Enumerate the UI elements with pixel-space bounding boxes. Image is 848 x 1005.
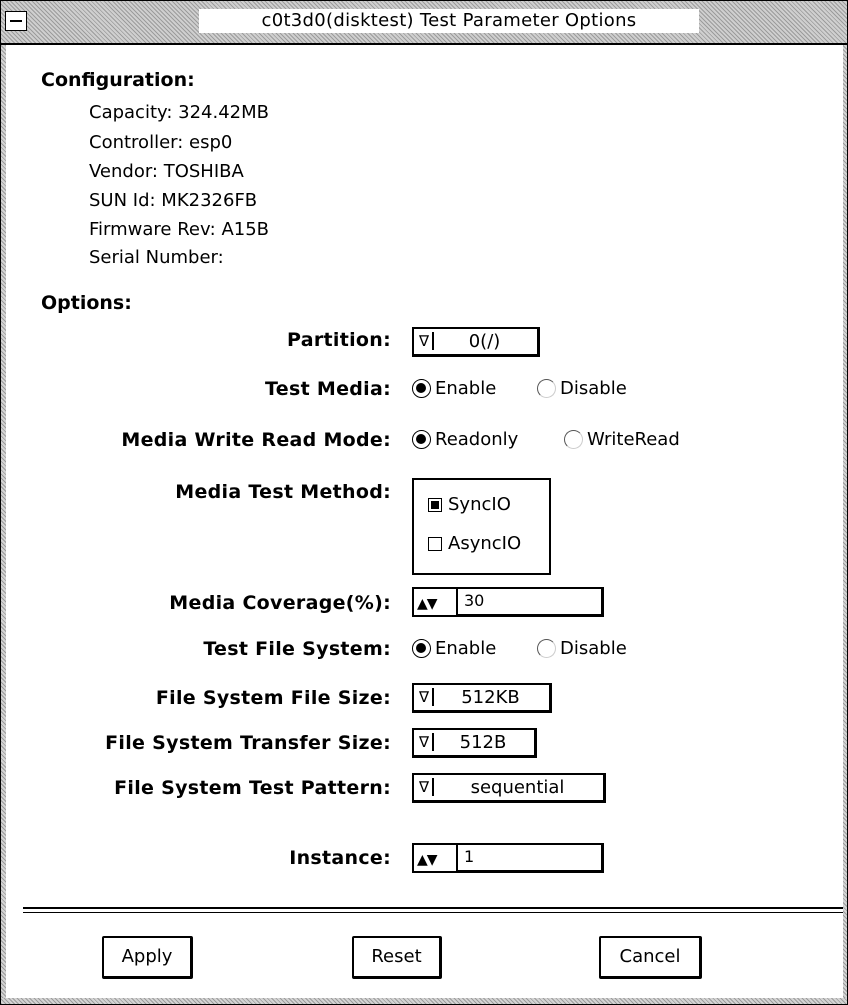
options-heading: Options: — [41, 292, 132, 314]
syncio-checkbox[interactable]: SyncIO — [428, 494, 511, 515]
instance-spinner[interactable]: ▲▼ 1 — [412, 843, 604, 873]
fs-test-pattern-value: sequential — [470, 777, 565, 798]
test-fs-enable-radio[interactable]: Enable — [412, 638, 496, 659]
fs-transfer-size-dropdown[interactable]: ∇ 512B — [412, 728, 537, 758]
radio-unselected-icon — [537, 379, 556, 398]
radio-selected-icon — [412, 379, 431, 398]
title-bar[interactable]: c0t3d0(disktest) Test Parameter Options — [1, 1, 847, 45]
window-left-border — [1, 45, 6, 1004]
vendor-text: Vendor: TOSHIBA — [89, 161, 244, 182]
separator-line — [23, 907, 843, 909]
radio-unselected-icon — [564, 430, 583, 449]
radio-label: WriteRead — [587, 429, 680, 450]
radio-label: Readonly — [435, 429, 519, 450]
partition-dropdown[interactable]: ∇ 0(/) — [412, 327, 540, 357]
readonly-radio[interactable]: Readonly — [412, 429, 518, 450]
firmware-rev-text: Firmware Rev: A15B — [89, 219, 270, 240]
controller-text: Controller: esp0 — [89, 132, 233, 153]
test-fs-disable-radio[interactable]: Disable — [537, 638, 627, 659]
separator-line — [23, 912, 843, 913]
fs-file-size-value: 512KB — [461, 687, 520, 708]
checkbox-unchecked-icon — [428, 536, 442, 551]
partition-value: 0(/) — [468, 331, 501, 352]
radio-label: Disable — [560, 378, 627, 399]
writeread-radio[interactable]: WriteRead — [564, 429, 680, 450]
coverage-spinner[interactable]: ▲▼ 30 — [412, 587, 604, 617]
window-title: c0t3d0(disktest) Test Parameter Options — [199, 9, 699, 33]
capacity-text: Capacity: 324.42MB — [89, 102, 269, 123]
spinner-arrows-icon[interactable]: ▲▼ — [412, 843, 456, 873]
fs-test-pattern-label: File System Test Pattern: — [114, 777, 391, 799]
radio-label: Enable — [435, 638, 497, 659]
test-media-enable-radio[interactable]: Enable — [412, 378, 496, 399]
test-fs-label: Test File System: — [203, 638, 391, 660]
checkbox-label: SyncIO — [448, 494, 511, 515]
cancel-button[interactable]: Cancel — [599, 936, 702, 979]
test-method-label: Media Test Method: — [175, 481, 391, 503]
radio-selected-icon — [412, 430, 431, 449]
fs-transfer-size-label: File System Transfer Size: — [105, 732, 391, 754]
asyncio-checkbox[interactable]: AsyncIO — [428, 533, 521, 554]
fs-file-size-label: File System File Size: — [155, 687, 391, 709]
fs-test-pattern-dropdown[interactable]: ∇ sequential — [412, 773, 606, 803]
window-bottom-border — [1, 998, 847, 1004]
test-media-label: Test Media: — [265, 378, 391, 400]
reset-button[interactable]: Reset — [352, 936, 442, 979]
test-method-group: SyncIO AsyncIO — [412, 478, 551, 575]
radio-label: Disable — [560, 638, 627, 659]
coverage-label: Media Coverage(%): — [169, 592, 391, 614]
spinner-arrows-icon[interactable]: ▲▼ — [412, 587, 456, 617]
checkbox-checked-icon — [428, 497, 442, 512]
dropdown-arrow-icon: ∇ — [416, 733, 434, 751]
instance-input[interactable]: 1 — [456, 843, 604, 873]
dropdown-arrow-icon: ∇ — [416, 688, 434, 706]
radio-label: Enable — [435, 378, 497, 399]
window-menu-button[interactable] — [5, 11, 27, 31]
checkbox-label: AsyncIO — [448, 533, 522, 554]
instance-label: Instance: — [289, 847, 391, 869]
dropdown-arrow-icon: ∇ — [416, 332, 434, 350]
fs-file-size-dropdown[interactable]: ∇ 512KB — [412, 683, 552, 713]
apply-button[interactable]: Apply — [102, 936, 193, 979]
window-right-border — [843, 45, 847, 1004]
test-media-disable-radio[interactable]: Disable — [537, 378, 627, 399]
radio-unselected-icon — [537, 639, 556, 658]
fs-transfer-size-value: 512B — [459, 732, 507, 753]
configuration-heading: Configuration: — [41, 69, 195, 91]
radio-selected-icon — [412, 639, 431, 658]
partition-label: Partition: — [287, 329, 391, 351]
dialog-window: c0t3d0(disktest) Test Parameter Options … — [0, 0, 848, 1005]
write-read-mode-label: Media Write Read Mode: — [121, 429, 391, 451]
dropdown-arrow-icon: ∇ — [416, 778, 434, 796]
coverage-input[interactable]: 30 — [456, 587, 604, 617]
sun-id-text: SUN Id: MK2326FB — [89, 190, 258, 211]
serial-number-text: Serial Number: — [89, 247, 224, 268]
